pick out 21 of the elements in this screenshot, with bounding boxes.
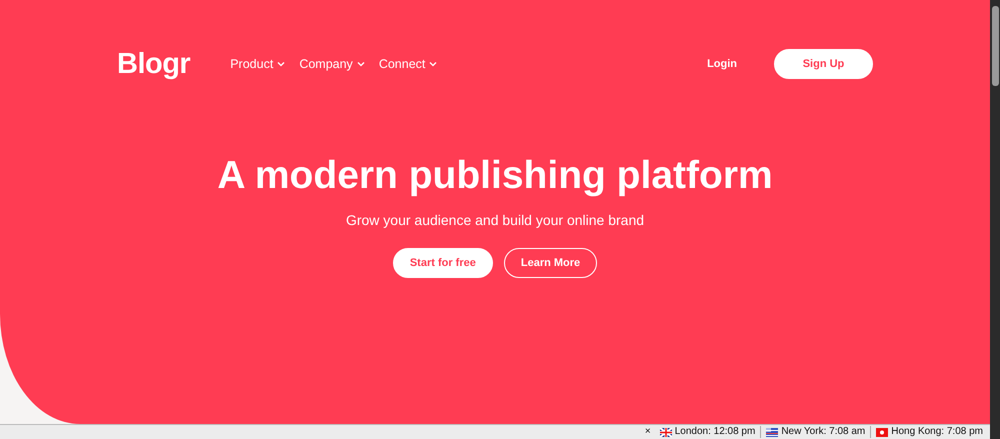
sign-up-button[interactable]: Sign Up [774,49,873,79]
chevron-down-icon [429,61,438,67]
clock-label: London: 12:08 pm [674,426,756,438]
scrollbar-thumb[interactable] [992,6,998,86]
close-button[interactable]: × [644,426,651,438]
flag-icon [876,428,888,436]
nav-menu-item[interactable]: Product [230,57,286,71]
clock-label: Hong Kong: 7:08 pm [891,426,983,438]
nav-menu-item[interactable]: Company [299,57,365,71]
clock-label: New York: 7:08 am [781,426,866,438]
logo[interactable]: Blogr [117,48,190,80]
chevron-down-icon [356,61,365,67]
flag-icon [766,428,778,436]
learn-more-button[interactable]: Learn More [504,248,598,278]
hero-title: A modern publishing platform [217,154,773,198]
start-button[interactable]: Start for free [392,248,493,278]
login-link[interactable]: Login [707,58,737,70]
hero-subtitle: Grow your audience and build your online brand [346,212,644,228]
flag-icon [660,428,672,436]
chevron-down-icon [277,61,286,67]
nav-menu-item[interactable]: Connect [378,57,438,71]
